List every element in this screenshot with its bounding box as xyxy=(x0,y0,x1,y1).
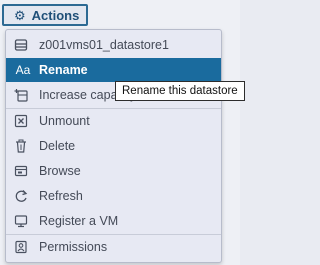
menu-item-register-vm[interactable]: Register a VM xyxy=(6,209,221,233)
permissions-icon xyxy=(14,240,28,254)
rename-icon: Aa xyxy=(15,63,31,77)
refresh-icon xyxy=(14,189,28,203)
menu-header-label: z001vms01_datastore1 xyxy=(39,38,169,52)
menu-item-label: Permissions xyxy=(39,240,108,254)
unmount-icon xyxy=(14,114,28,128)
menu-item-label: Rename xyxy=(39,63,88,77)
menu-item-label: Refresh xyxy=(39,189,83,203)
menu-item-label: Delete xyxy=(39,139,76,153)
datastore-icon xyxy=(14,38,28,52)
actions-button-label: Actions xyxy=(31,7,80,23)
menu-item-label: Register a VM xyxy=(39,214,119,228)
tooltip: Rename this datastore xyxy=(115,81,245,101)
menu-item-label: Unmount xyxy=(39,114,90,128)
menu-item-delete[interactable]: Delete xyxy=(6,134,221,158)
menu-item-refresh[interactable]: Refresh xyxy=(6,184,221,208)
delete-icon xyxy=(14,139,28,153)
actions-menu: z001vms01_datastore1 Aa Rename Increase … xyxy=(5,29,222,263)
menu-item-permissions[interactable]: Permissions xyxy=(6,235,221,259)
increase-capacity-icon xyxy=(14,88,28,102)
menu-item-label: Browse xyxy=(39,164,81,178)
actions-button[interactable]: ⚙ Actions xyxy=(2,4,88,26)
browse-icon xyxy=(14,164,28,178)
menu-item-browse[interactable]: Browse xyxy=(6,159,221,183)
menu-header-datastore: z001vms01_datastore1 xyxy=(6,32,221,59)
register-vm-icon xyxy=(14,214,28,228)
menu-item-unmount[interactable]: Unmount xyxy=(6,109,221,133)
menu-item-rename[interactable]: Aa Rename xyxy=(6,58,221,82)
gear-icon: ⚙ xyxy=(14,7,26,23)
